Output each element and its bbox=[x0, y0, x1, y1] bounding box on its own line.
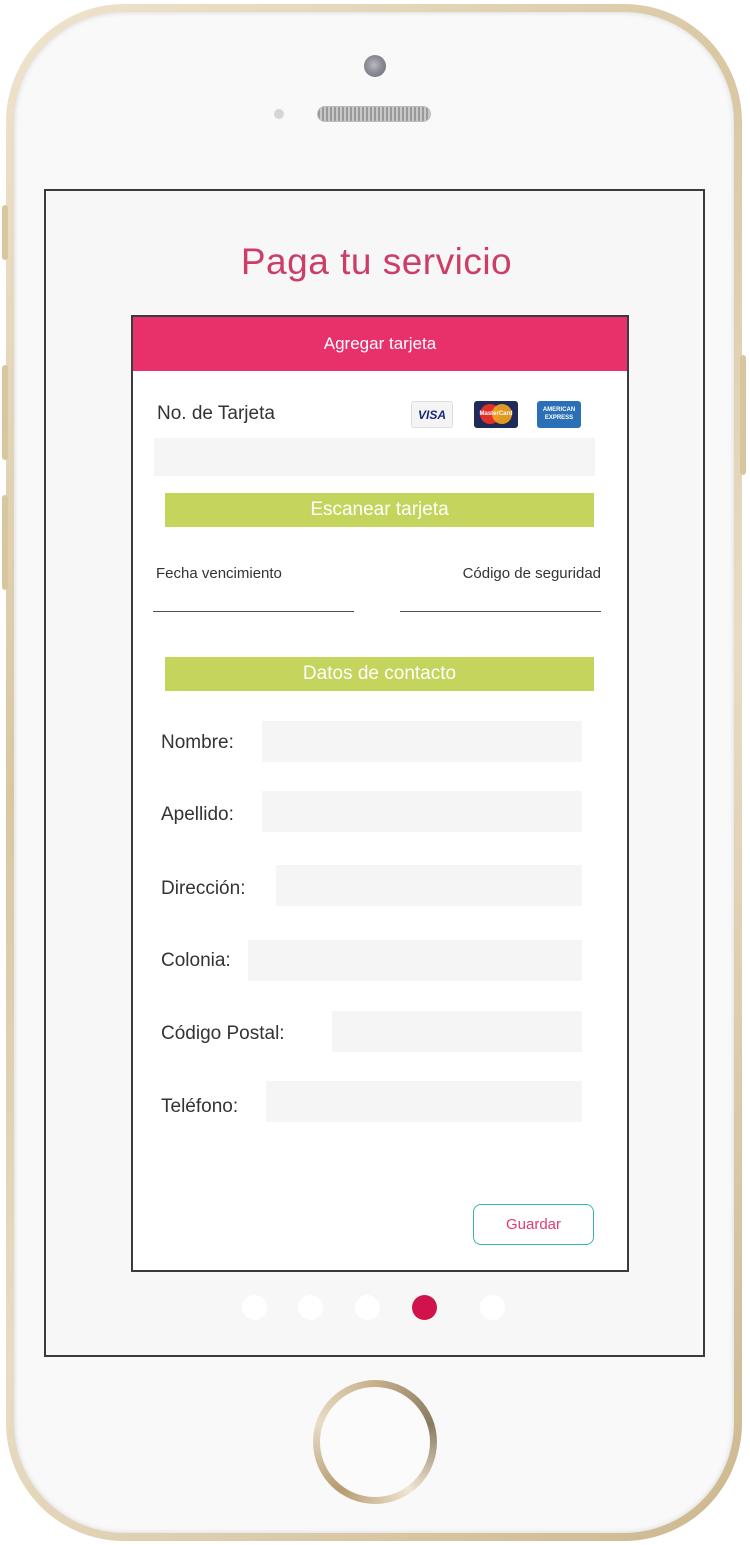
card-number-label: No. de Tarjeta bbox=[157, 403, 275, 424]
mastercard-logo-icon: MasterCard bbox=[474, 401, 518, 428]
visa-logo-icon: VISA bbox=[411, 401, 453, 428]
neighborhood-input[interactable] bbox=[248, 940, 582, 981]
address-input[interactable] bbox=[276, 865, 582, 906]
page-dot-5[interactable] bbox=[480, 1295, 505, 1320]
screen: Paga tu servicio Agregar tarjeta No. de … bbox=[44, 189, 705, 1357]
expiry-date-label: Fecha vencimiento bbox=[156, 565, 282, 582]
proximity-sensor bbox=[274, 109, 284, 119]
page-dot-1[interactable] bbox=[242, 1295, 267, 1320]
address-label: Dirección: bbox=[161, 878, 246, 899]
page-dot-2[interactable] bbox=[298, 1295, 323, 1320]
page-title: Paga tu servicio bbox=[240, 241, 513, 282]
postal-code-label: Código Postal: bbox=[161, 1023, 285, 1044]
security-code-label: Código de seguridad bbox=[462, 565, 601, 582]
amex-logo-icon: AMERICAN EXPRESS bbox=[537, 401, 581, 428]
page-dot-4[interactable] bbox=[412, 1295, 437, 1320]
front-camera-icon bbox=[364, 55, 386, 77]
contact-data-button[interactable]: Datos de contacto bbox=[165, 657, 594, 691]
earpiece-speaker bbox=[317, 106, 431, 122]
phone-input[interactable] bbox=[266, 1081, 582, 1122]
page-dot-3[interactable] bbox=[355, 1295, 380, 1320]
postal-code-input[interactable] bbox=[332, 1011, 582, 1052]
phone-label: Teléfono: bbox=[161, 1096, 239, 1117]
card-number-input[interactable] bbox=[154, 438, 595, 476]
card-header: Agregar tarjeta bbox=[133, 317, 627, 371]
last-name-label: Apellido: bbox=[161, 804, 234, 825]
name-label: Nombre: bbox=[161, 732, 234, 753]
phone-frame: Paga tu servicio Agregar tarjeta No. de … bbox=[0, 0, 750, 1545]
name-input[interactable] bbox=[262, 721, 582, 762]
power-button bbox=[740, 355, 746, 475]
security-code-field[interactable] bbox=[400, 611, 601, 612]
save-button[interactable]: Guardar bbox=[473, 1204, 594, 1245]
home-button[interactable] bbox=[313, 1380, 437, 1504]
payment-card-form: Agregar tarjeta No. de Tarjeta VISA Mast… bbox=[131, 315, 629, 1272]
volume-up-button bbox=[2, 365, 8, 460]
last-name-input[interactable] bbox=[262, 791, 582, 832]
expiry-date-field[interactable] bbox=[153, 611, 354, 612]
mute-switch bbox=[2, 205, 8, 260]
volume-down-button bbox=[2, 495, 8, 590]
neighborhood-label: Colonia: bbox=[161, 950, 231, 971]
scan-card-button[interactable]: Escanear tarjeta bbox=[165, 493, 594, 527]
